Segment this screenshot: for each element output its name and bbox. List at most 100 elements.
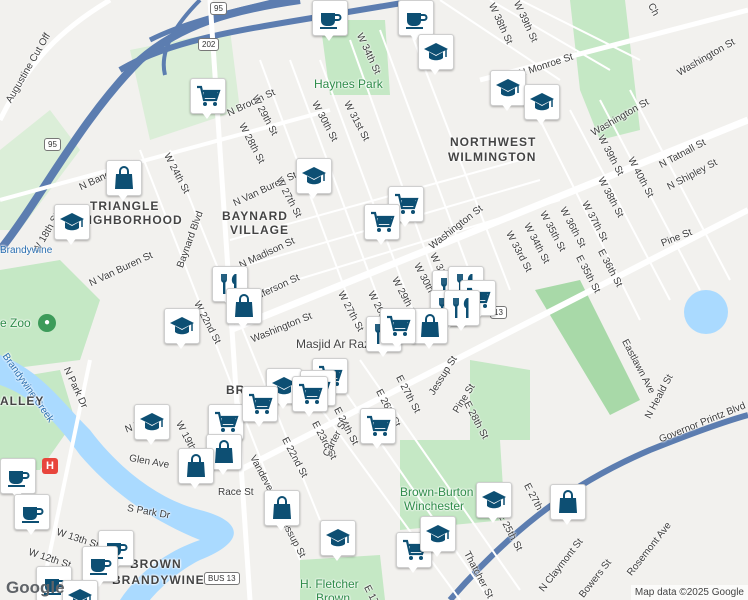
road-label: Race St (218, 487, 254, 498)
shopping-cart-icon (292, 376, 328, 412)
shopping-bag-icon (550, 484, 586, 520)
pin-tip (371, 441, 383, 449)
area-label: BROWN (130, 557, 182, 571)
pin-tip (431, 549, 443, 557)
map-attribution[interactable]: Map data ©2025 Google (630, 585, 748, 600)
pin-tip (253, 419, 265, 427)
area-label: NORTHWEST (450, 135, 537, 149)
area-label: WILMINGTON (448, 150, 537, 164)
pin-tip (561, 517, 573, 525)
pin-tip (217, 467, 229, 475)
graduation-cap-icon (296, 158, 332, 194)
area-label: BRANDYWINE (112, 573, 205, 587)
coffee-cup-icon (14, 494, 50, 530)
pin-tip (323, 33, 335, 41)
pin-tip (189, 481, 201, 489)
area-label: BAYNARD (222, 209, 288, 223)
pin-tip (307, 191, 319, 199)
graduation-cap-icon (54, 204, 90, 240)
poi-pin-school[interactable] (134, 404, 170, 448)
poi-pin-grocery[interactable] (292, 376, 328, 420)
poi-pin-school[interactable] (164, 308, 200, 352)
pin-tip (375, 237, 387, 245)
pin-tip (117, 193, 129, 201)
shopping-bag-icon (226, 288, 262, 324)
hospital-icon[interactable]: H (42, 458, 58, 474)
graduation-cap-icon (476, 482, 512, 518)
poi-pin-grocery[interactable] (190, 78, 226, 122)
pin-tip (201, 111, 213, 119)
poi-pin-shop[interactable] (550, 484, 586, 528)
pin-tip (535, 117, 547, 125)
poi-pin-grocery[interactable] (380, 308, 416, 352)
poi-pin-school[interactable] (296, 158, 332, 202)
shopping-bag-icon (412, 308, 448, 344)
pin-tip (487, 515, 499, 523)
shopping-cart-icon (190, 78, 226, 114)
poi-pin-grocery[interactable] (364, 204, 400, 248)
i95-shield-2: 95 (44, 138, 61, 151)
poi-pin-restaurant[interactable] (444, 290, 480, 334)
pin-tip (429, 67, 441, 75)
map-canvas[interactable]: 95 202 95 13 BUS 13 H ● Augustine Cut Of… (0, 0, 748, 600)
coffee-cup-icon (398, 0, 434, 36)
graduation-cap-icon (320, 520, 356, 556)
area-label: ALLEY (0, 394, 45, 408)
pin-tip (145, 437, 157, 445)
pin-tip (275, 523, 287, 531)
pin-tip (391, 341, 403, 349)
poi-pin-school[interactable] (320, 520, 356, 564)
poi-pin-grocery[interactable] (360, 408, 396, 452)
poi-pin-coffee[interactable] (312, 0, 348, 44)
google-logo: Google (6, 578, 65, 597)
graduation-cap-icon (164, 308, 200, 344)
pin-tip (25, 527, 37, 535)
park-label: Brown-Burton (400, 485, 474, 499)
paw-icon[interactable]: ● (38, 314, 56, 332)
pin-tip (407, 565, 419, 573)
graduation-cap-icon (134, 404, 170, 440)
us202-shield: 202 (198, 38, 220, 51)
reservoir (684, 290, 728, 334)
poi-pin-school[interactable] (490, 70, 526, 114)
poi-pin-school[interactable] (476, 482, 512, 526)
pin-tip (455, 323, 467, 331)
shopping-cart-icon (364, 204, 400, 240)
i95-shield: 95 (210, 2, 227, 15)
augustine-road (0, 0, 112, 122)
pin-tip (423, 341, 435, 349)
poi-pin-shop[interactable] (264, 490, 300, 534)
poi-pin-shop[interactable] (106, 160, 142, 204)
poi-pin-school[interactable] (524, 84, 560, 128)
poi-pin-shop[interactable] (412, 308, 448, 352)
park-label: Brown (316, 591, 351, 600)
pin-tip (175, 341, 187, 349)
poi-pin-grocery[interactable] (242, 386, 278, 430)
fork-knife-icon (444, 290, 480, 326)
graduation-cap-icon (62, 580, 98, 600)
graduation-cap-icon (490, 70, 526, 106)
park-label: H. Fletcher (300, 577, 359, 591)
pin-tip (303, 409, 315, 417)
graduation-cap-icon (418, 34, 454, 70)
bus13-shield: BUS 13 (204, 572, 240, 585)
poi-pin-school[interactable] (54, 204, 90, 248)
pin-tip (331, 553, 343, 561)
pin-tip (399, 219, 411, 227)
pin-tip (65, 237, 77, 245)
poi-pin-shop[interactable] (226, 288, 262, 332)
poi-pin-coffee[interactable] (14, 494, 50, 538)
pin-tip (501, 103, 513, 111)
park-label: e Zoo (0, 316, 31, 330)
coffee-cup-icon (0, 458, 36, 494)
pin-tip (237, 321, 249, 329)
poi-pin-shop[interactable] (178, 448, 214, 492)
shopping-bag-icon (106, 160, 142, 196)
poi-pin-school[interactable] (418, 34, 454, 78)
shopping-bag-icon (178, 448, 214, 484)
poi-pin-school[interactable] (62, 580, 98, 600)
coffee-cup-icon (312, 0, 348, 36)
poi-pin-school[interactable] (420, 516, 456, 560)
shopping-bag-icon (264, 490, 300, 526)
park-label: Winchester (404, 499, 465, 513)
